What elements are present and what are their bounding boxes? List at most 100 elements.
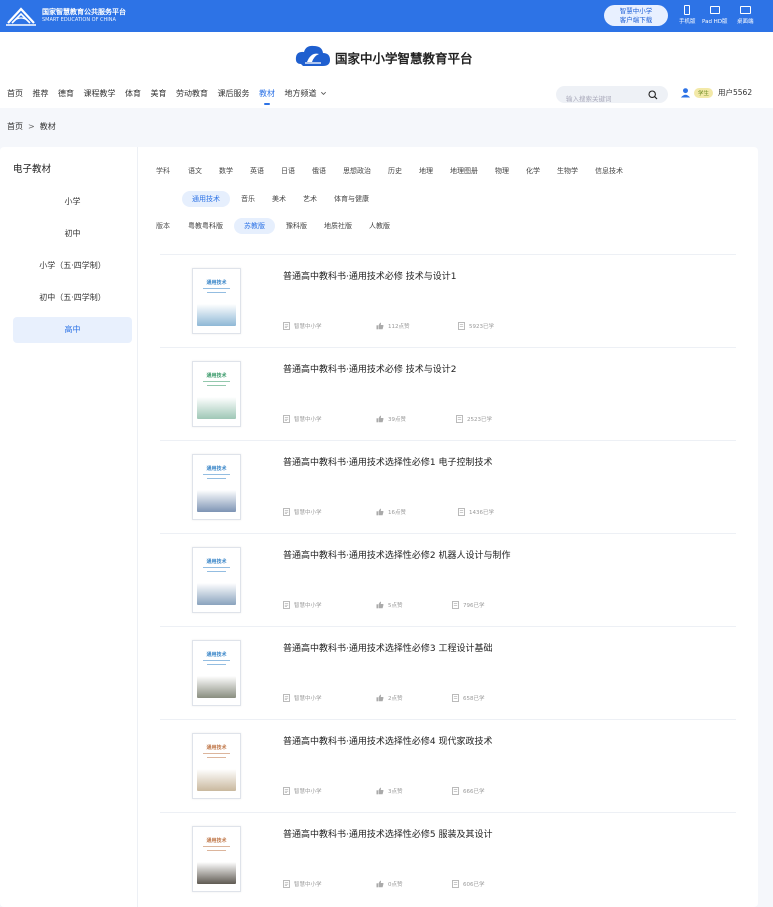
sidebar-item-junior[interactable]: 初中 xyxy=(13,221,132,247)
subject-chinese[interactable]: 语文 xyxy=(188,166,202,176)
search-box xyxy=(556,86,668,108)
subject-japanese[interactable]: 日语 xyxy=(281,166,295,176)
textbook-cover[interactable]: 通用技术 xyxy=(192,733,241,799)
textbook-item[interactable]: 通用技术 普通高中教科书·通用技术选择性必修2 机器人设计与制作 智慧中小学 5… xyxy=(160,533,736,626)
username: 用户5562 xyxy=(718,88,753,97)
textbook-cover[interactable]: 通用技术 xyxy=(192,268,241,334)
cover-illustration xyxy=(197,490,236,512)
subject-english[interactable]: 英语 xyxy=(250,166,264,176)
publisher-label: 智慧中小学 xyxy=(294,789,322,795)
subject-math[interactable]: 数学 xyxy=(219,166,233,176)
textbook-learners: 658已学 xyxy=(452,694,485,702)
nav-local-channel[interactable]: 地方频道 xyxy=(285,88,327,99)
subject-arts[interactable]: 艺术 xyxy=(303,194,317,204)
textbook-cover[interactable]: 通用技术 xyxy=(192,454,241,520)
nav-labor-education[interactable]: 劳动教育 xyxy=(176,88,208,99)
textbook-item[interactable]: 通用技术 普通高中教科书·通用技术选择性必修3 工程设计基础 智慧中小学 2点赞… xyxy=(160,626,736,719)
textbook-title[interactable]: 普通高中教科书·通用技术选择性必修1 电子控制技术 xyxy=(283,455,492,468)
user-menu[interactable]: 学生 用户5562 xyxy=(680,87,752,98)
client-download-button[interactable]: 智慧中小学 客户端下载 xyxy=(604,5,668,26)
sidebar-item-junior-54[interactable]: 初中（五·四学制） xyxy=(13,285,132,311)
subject-physics[interactable]: 物理 xyxy=(495,166,509,176)
pad-version-link[interactable]: Pad HD版 xyxy=(702,5,728,25)
thumbs-up-icon xyxy=(376,322,384,330)
desktop-version-link[interactable]: 桌面端 xyxy=(737,5,754,25)
search-icon[interactable] xyxy=(648,90,658,100)
tablet-icon xyxy=(709,6,720,14)
main-nav: 首页 推荐 德育 课程教学 体育 美育 劳动教育 课后服务 教材 地方频道 xyxy=(7,88,336,105)
pad-version-label: Pad HD版 xyxy=(702,19,728,25)
org-logo[interactable]: 国家智慧教育公共服务平台 SMART EDUCATION OF CHINA xyxy=(6,5,126,27)
nav-aesthetic-education[interactable]: 美育 xyxy=(151,88,167,99)
edition-yuejiao[interactable]: 粤教粤科版 xyxy=(188,221,223,231)
nav-moral-education[interactable]: 德育 xyxy=(58,88,74,99)
textbook-likes: 16点赞 xyxy=(376,508,406,516)
nav-sports[interactable]: 体育 xyxy=(125,88,141,99)
phone-version-link[interactable]: 手机版 xyxy=(679,5,696,25)
subject-politics[interactable]: 思想政治 xyxy=(343,166,371,176)
textbook-title[interactable]: 普通高中教科书·通用技术必修 技术与设计1 xyxy=(283,269,456,282)
nav-after-school[interactable]: 课后服务 xyxy=(218,88,250,99)
subject-biology[interactable]: 生物学 xyxy=(557,166,578,176)
nav-recommend[interactable]: 推荐 xyxy=(33,88,49,99)
subject-info-tech[interactable]: 信息技术 xyxy=(595,166,623,176)
nav-home[interactable]: 首页 xyxy=(7,88,23,99)
subject-geography-atlas[interactable]: 地理图册 xyxy=(450,166,478,176)
study-record-icon xyxy=(452,880,459,888)
textbook-item[interactable]: 通用技术 普通高中教科书·通用技术选择性必修4 现代家政技术 智慧中小学 3点赞… xyxy=(160,719,736,812)
nav-local-channel-label: 地方频道 xyxy=(284,89,317,98)
edition-renjiao[interactable]: 人教版 xyxy=(369,221,390,231)
cover-line xyxy=(203,381,230,382)
subject-history[interactable]: 历史 xyxy=(388,166,402,176)
subject-chemistry[interactable]: 化学 xyxy=(526,166,540,176)
thumbs-up-icon xyxy=(376,601,384,609)
publisher-label: 智慧中小学 xyxy=(294,417,322,423)
nav-textbooks[interactable]: 教材 xyxy=(259,88,275,105)
textbook-likes: 3点赞 xyxy=(376,787,403,795)
subject-general-tech[interactable]: 通用技术 xyxy=(182,191,230,207)
textbook-publisher: 智慧中小学 xyxy=(283,508,322,516)
textbook-item[interactable]: 通用技术 普通高中教科书·通用技术选择性必修5 服装及其设计 智慧中小学 0点赞… xyxy=(160,812,736,905)
textbook-learners: 2523已学 xyxy=(456,415,492,423)
cover-line xyxy=(207,757,226,758)
textbook-title[interactable]: 普通高中教科书·通用技术必修 技术与设计2 xyxy=(283,362,456,375)
cover-line xyxy=(207,478,226,479)
search-input[interactable] xyxy=(556,90,644,108)
textbook-cover[interactable]: 通用技术 xyxy=(192,547,241,613)
subject-russian[interactable]: 俄语 xyxy=(312,166,326,176)
cover-line xyxy=(207,292,226,293)
textbook-item[interactable]: 通用技术 普通高中教科书·通用技术必修 技术与设计2 智慧中小学 39点赞 25… xyxy=(160,347,736,440)
subject-pe-health[interactable]: 体育与健康 xyxy=(334,194,369,204)
textbook-title[interactable]: 普通高中教科书·通用技术选择性必修5 服装及其设计 xyxy=(283,827,492,840)
edition-dizhi[interactable]: 地质社版 xyxy=(324,221,352,231)
subject-geography[interactable]: 地理 xyxy=(419,166,433,176)
textbook-title[interactable]: 普通高中教科书·通用技术选择性必修3 工程设计基础 xyxy=(283,641,492,654)
nav-course-teaching[interactable]: 课程教学 xyxy=(84,88,116,99)
textbook-item[interactable]: 通用技术 普通高中教科书·通用技术选择性必修1 电子控制技术 智慧中小学 16点… xyxy=(160,440,736,533)
breadcrumb-home[interactable]: 首页 xyxy=(7,121,23,132)
cover-line xyxy=(203,846,230,847)
textbook-item[interactable]: 通用技术 普通高中教科书·通用技术必修 技术与设计1 智慧中小学 112点赞 5… xyxy=(160,254,736,347)
textbook-cover[interactable]: 通用技术 xyxy=(192,361,241,427)
textbook-title[interactable]: 普通高中教科书·通用技术选择性必修4 现代家政技术 xyxy=(283,734,492,747)
subject-music[interactable]: 音乐 xyxy=(241,194,255,204)
cover-illustration xyxy=(197,862,236,884)
sidebar-item-primary-54[interactable]: 小学（五·四学制） xyxy=(13,253,132,279)
cover-line xyxy=(207,385,226,386)
likes-count: 0点赞 xyxy=(388,882,403,888)
platform-brand[interactable]: 国家中小学智慧教育平台 xyxy=(295,44,473,70)
likes-count: 112点赞 xyxy=(388,324,410,330)
learners-count: 666已学 xyxy=(463,789,485,795)
subject-fine-arts[interactable]: 美术 xyxy=(272,194,286,204)
textbook-cover[interactable]: 通用技术 xyxy=(192,640,241,706)
edition-sujiao[interactable]: 苏教版 xyxy=(234,218,275,234)
publisher-label: 智慧中小学 xyxy=(294,882,322,888)
edition-yuke[interactable]: 豫科版 xyxy=(286,221,307,231)
textbook-cover[interactable]: 通用技术 xyxy=(192,826,241,892)
sidebar-item-senior[interactable]: 高中 xyxy=(13,317,132,343)
publisher-label: 智慧中小学 xyxy=(294,510,322,516)
sidebar-item-primary[interactable]: 小学 xyxy=(13,189,132,215)
textbook-title[interactable]: 普通高中教科书·通用技术选择性必修2 机器人设计与制作 xyxy=(283,548,510,561)
document-icon xyxy=(283,787,290,795)
textbook-publisher: 智慧中小学 xyxy=(283,601,322,609)
